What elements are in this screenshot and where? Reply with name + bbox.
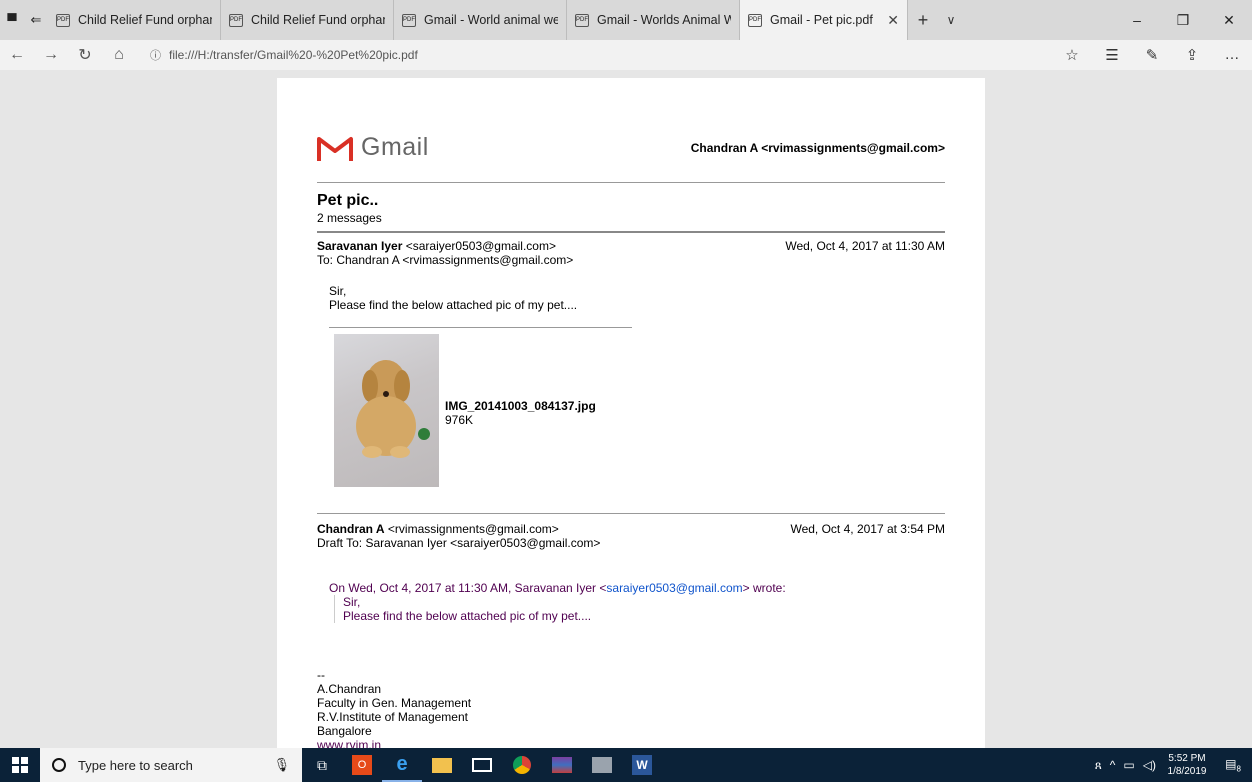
attachment-divider [329, 327, 632, 328]
forward-icon[interactable]: → [34, 46, 68, 64]
url-field[interactable]: ⓘ file:///H:/transfer/Gmail%20-%20Pet%20… [150, 47, 1052, 63]
msg1-body: Sir, Please find the below attached pic … [329, 284, 578, 312]
pdf-icon: PDF [229, 13, 243, 27]
pdf-page: Gmail Chandran A <rvimassignments@gmail.… [277, 78, 985, 748]
account-header: Chandran A <rvimassignments@gmail.com> [690, 141, 945, 155]
tab-4[interactable]: PDFGmail - Worlds Animal Welfare [567, 0, 740, 40]
favorite-star-icon[interactable]: ☆ [1052, 46, 1092, 64]
pdf-icon: PDF [402, 13, 416, 27]
message-count: 2 messages [317, 211, 382, 225]
url-text: file:///H:/transfer/Gmail%20-%20Pet%20pi… [169, 48, 418, 62]
signature-link[interactable]: www.rvim.in [317, 738, 471, 748]
cortana-icon [52, 758, 66, 772]
attachment-size: 976K [445, 413, 474, 427]
tab-2[interactable]: PDFChild Relief Fund orphanage [221, 0, 394, 40]
chrome-icon[interactable] [502, 748, 542, 782]
set-aside-tabs-icon[interactable]: ⇐ [24, 0, 48, 40]
web-note-icon[interactable]: ✎ [1132, 46, 1172, 64]
app-icon[interactable] [582, 748, 622, 782]
share-icon[interactable]: ⇪ [1172, 46, 1212, 64]
attachment-filename[interactable]: IMG_20141003_084137.jpg [445, 399, 596, 413]
back-icon[interactable]: ← [0, 46, 34, 64]
microphone-icon[interactable]: 🎙 [273, 757, 290, 773]
info-icon[interactable]: ⓘ [150, 47, 161, 63]
clock[interactable]: 5:52 PM 1/8/2019 [1160, 752, 1214, 778]
tab-3[interactable]: PDFGmail - World animal welfare [394, 0, 567, 40]
network-icon[interactable]: ▭ [1123, 758, 1134, 772]
winrar-icon[interactable] [542, 748, 582, 782]
chevron-down-icon[interactable]: ∨ [938, 0, 964, 40]
new-tab-icon[interactable]: + [908, 0, 938, 40]
dog-photo [356, 360, 430, 458]
msg1-sender: Saravanan Iyer <saraiyer0503@gmail.com> [317, 239, 556, 253]
task-view-icon[interactable]: ⧉ [302, 748, 342, 782]
msg2-sender: Chandran A <rvimassignments@gmail.com> [317, 522, 559, 536]
office-icon[interactable]: O [342, 748, 382, 782]
close-window-icon[interactable]: ✕ [1206, 0, 1252, 40]
taskbar-search[interactable]: Type here to search 🎙 [40, 748, 302, 782]
msg1-recipient: To: Chandran A <rvimassignments@gmail.co… [317, 253, 574, 267]
volume-icon[interactable]: ◁) [1143, 758, 1156, 772]
divider [317, 182, 945, 183]
attachment-thumbnail [334, 334, 439, 487]
pdf-icon: PDF [748, 13, 762, 27]
edge-icon[interactable]: e [382, 748, 422, 782]
file-explorer-icon[interactable] [422, 748, 462, 782]
gmail-logo: Gmail [317, 133, 429, 162]
tab-5-active[interactable]: PDF Gmail - Pet pic.pdf ✕ [740, 0, 908, 40]
favorites-list-icon[interactable]: ☰ [1092, 46, 1132, 64]
email-subject: Pet pic.. [317, 192, 379, 209]
tab-preview-icon[interactable]: ▀ [0, 0, 24, 40]
divider [317, 513, 945, 514]
address-bar: ← → ↻ ⌂ ⓘ file:///H:/transfer/Gmail%20-%… [0, 40, 1252, 70]
quoted-email-link[interactable]: saraiyer0503@gmail.com [606, 581, 742, 595]
msg2-date: Wed, Oct 4, 2017 at 3:54 PM [790, 522, 945, 536]
mail-icon[interactable] [462, 748, 502, 782]
taskbar: Type here to search 🎙 ⧉ O e W ጸ ^ ▭ ◁) 5… [0, 748, 1252, 782]
refresh-icon[interactable]: ↻ [68, 45, 102, 65]
restore-icon[interactable]: ❐ [1160, 0, 1206, 40]
quote-header: On Wed, Oct 4, 2017 at 11:30 AM, Saravan… [329, 581, 786, 595]
people-icon[interactable]: ጸ [1095, 758, 1102, 773]
tab-1[interactable]: PDFChild Relief Fund orphanage [48, 0, 221, 40]
msg2-recipient: Draft To: Saravanan Iyer <saraiyer0503@g… [317, 536, 601, 550]
msg1-date: Wed, Oct 4, 2017 at 11:30 AM [785, 239, 945, 253]
gmail-m-icon [317, 136, 353, 161]
more-icon[interactable]: … [1212, 46, 1252, 64]
signature: -- A.Chandran Faculty in Gen. Management… [317, 668, 471, 748]
divider [317, 231, 945, 233]
system-tray: ጸ ^ ▭ ◁) 5:52 PM 1/8/2019 ▤8 [1091, 752, 1252, 778]
windows-start-icon[interactable] [0, 748, 40, 782]
pdf-icon: PDF [575, 13, 589, 27]
show-hidden-icons-icon[interactable]: ^ [1110, 758, 1116, 772]
close-tab-icon[interactable]: ✕ [887, 12, 899, 29]
pdf-viewer[interactable]: Gmail Chandran A <rvimassignments@gmail.… [0, 70, 1252, 748]
pdf-icon: PDF [56, 13, 70, 27]
quoted-text: Sir, Please find the below attached pic … [334, 595, 591, 623]
home-icon[interactable]: ⌂ [102, 46, 136, 64]
minimize-icon[interactable]: – [1114, 0, 1160, 40]
action-center-icon[interactable]: ▤8 [1218, 757, 1248, 773]
word-icon[interactable]: W [622, 748, 662, 782]
tab-bar: ▀ ⇐ PDFChild Relief Fund orphanage PDFCh… [0, 0, 1252, 40]
